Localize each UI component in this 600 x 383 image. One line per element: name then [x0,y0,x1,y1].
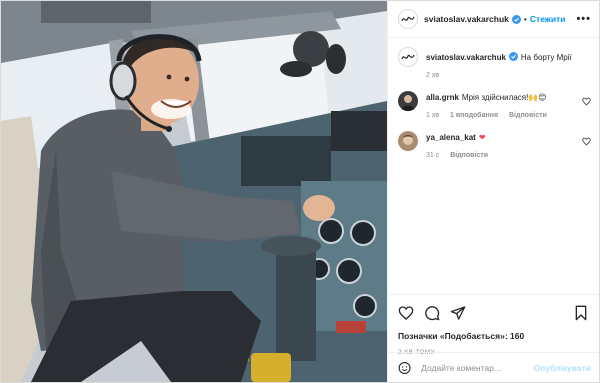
comment-bubble-icon[interactable] [424,305,440,321]
comment-input[interactable] [421,362,534,373]
signature-logo-icon [401,16,415,22]
comment-likes-count[interactable]: 1 вподобання [450,112,498,119]
user-photo-icon [401,94,415,111]
bookmark-icon[interactable] [573,305,589,321]
post-photo[interactable] [1,1,387,382]
comment-time[interactable]: 31 с [426,152,439,159]
likes-count[interactable]: Позначки «Подобається»: 160 [398,331,589,341]
caption-text: На борту Мрії [520,53,572,62]
comment-like-heart-icon[interactable] [582,97,591,106]
cockpit-photo-illustration [1,1,387,382]
commenter-avatar[interactable] [398,90,418,111]
comment-heart-emoji: ❤ [478,132,486,142]
author-username[interactable]: sviatoslav.vakarchuk [424,14,509,24]
paper-plane-icon[interactable] [450,305,466,321]
author-avatar[interactable] [398,9,418,29]
smiley-icon[interactable] [398,361,411,375]
post-header: sviatoslav.vakarchuk • Стежити ••• [388,1,599,38]
comment-username[interactable]: alla.grnk [426,93,459,102]
comment-time[interactable]: 1 хв [426,112,439,119]
heart-icon[interactable] [398,305,414,321]
follow-button[interactable]: Стежити [530,14,566,24]
reply-button[interactable]: Відповісти [509,112,547,119]
comment-like-heart-icon[interactable] [582,137,591,146]
publish-comment-button[interactable]: Опублікувати [534,363,591,373]
caption-author-avatar[interactable] [398,47,418,67]
post-side-panel: sviatoslav.vakarchuk • Стежити ••• sviat… [387,1,599,382]
instagram-post: sviatoslav.vakarchuk • Стежити ••• sviat… [0,0,600,383]
caption-username[interactable]: sviatoslav.vakarchuk [426,53,506,62]
verified-badge-icon [508,52,518,61]
comments-list: sviatoslav.vakarchuk На борту Мрії 2 хв a… [388,38,599,294]
verified-badge-icon [511,14,521,24]
comment-username[interactable]: ya_alena_kat [426,133,476,142]
signature-logo-icon [401,54,415,60]
more-options-button[interactable]: ••• [576,13,591,25]
header-separator: • [523,14,527,24]
commenter-avatar[interactable] [398,130,418,151]
reply-button[interactable]: Відповісти [450,152,488,159]
comment-row: ya_alena_kat ❤ 31 с Відповісти [398,130,591,161]
caption-row: sviatoslav.vakarchuk На борту Мрії 2 хв [398,47,591,81]
user-photo-icon [403,134,413,145]
add-comment-bar: Опублікувати [388,352,599,382]
comment-row: alla.grnk Мрія здійснилася!🙌😊 1 хв 1 впод… [398,90,591,121]
comment-text: Мрія здійснилася! [461,92,529,102]
comment-emoji: 🙌😊 [528,92,547,102]
caption-time[interactable]: 2 хв [426,72,439,79]
